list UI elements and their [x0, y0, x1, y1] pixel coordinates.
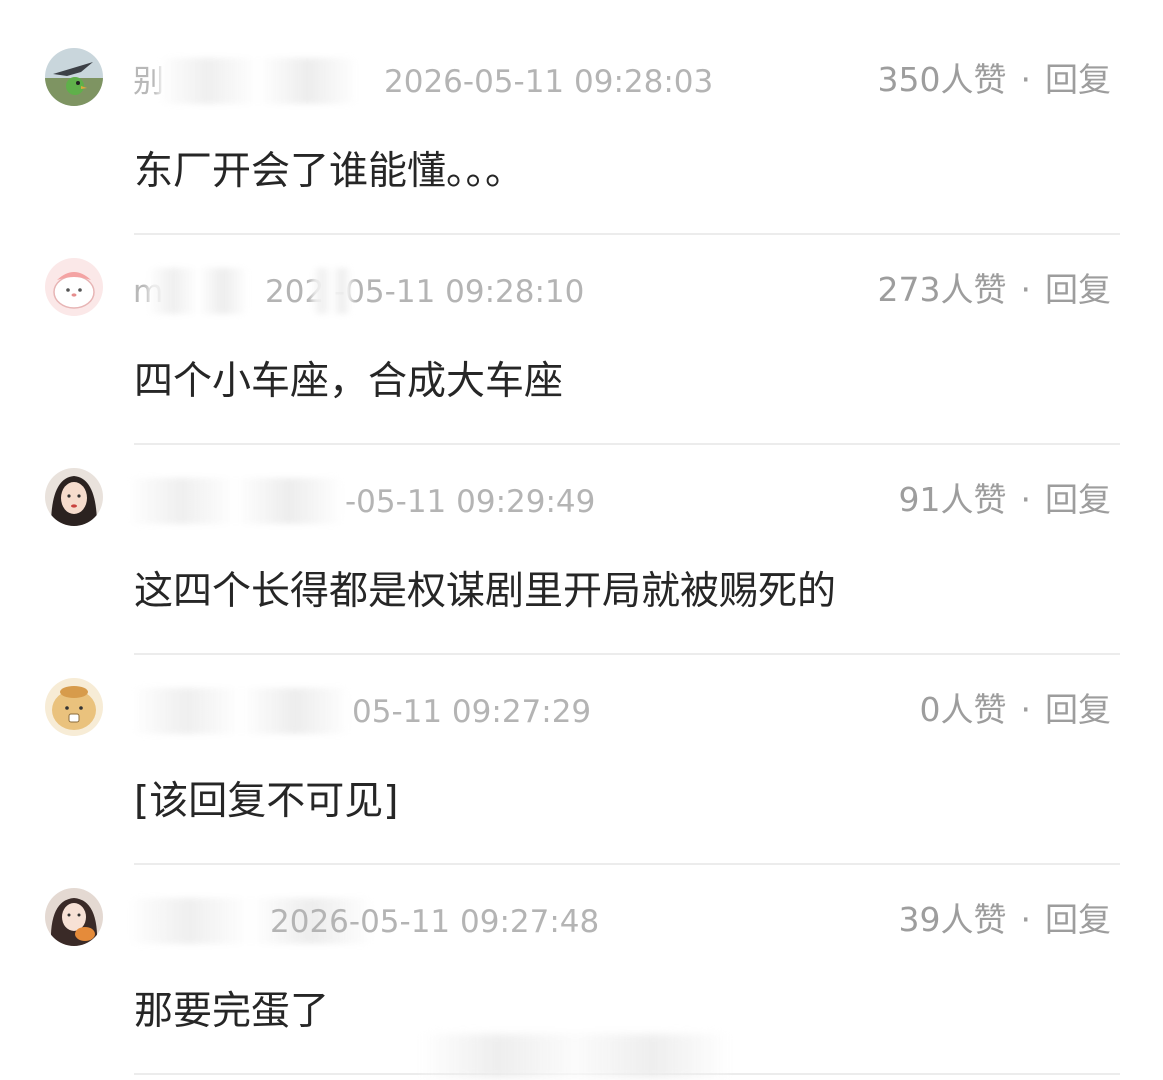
comment-actions: 91人赞 · 回复	[899, 480, 1112, 520]
separator: ·	[1020, 480, 1032, 519]
like-button[interactable]: 0人赞	[920, 690, 1007, 729]
username-mosaic	[132, 688, 350, 734]
separator: ·	[1020, 270, 1032, 309]
comment-timestamp: 2026-05-11 09:27:48	[270, 904, 600, 940]
watermark-mosaic	[420, 1034, 730, 1078]
like-button[interactable]: 39人赞	[899, 900, 1007, 939]
separator: ·	[1020, 690, 1032, 729]
cartoon-pink-avatar-icon[interactable]	[45, 258, 103, 316]
comment-actions: 273人赞 · 回复	[878, 270, 1112, 310]
comment-item: 05-11 09:27:29 0人赞 · 回复 [该回复不可见]	[0, 630, 1163, 865]
comment-text: [该回复不可见]	[134, 779, 399, 824]
reply-button[interactable]: 回复	[1045, 270, 1111, 309]
username-mosaic	[128, 478, 343, 524]
reply-button[interactable]: 回复	[1045, 60, 1111, 99]
like-button[interactable]: 91人赞	[899, 480, 1007, 519]
timestamp-mosaic	[312, 268, 352, 314]
girl-photo-avatar-icon[interactable]	[45, 468, 103, 526]
like-button[interactable]: 273人赞	[878, 270, 1007, 309]
comment-item: 别 2026-05-11 09:28:03 350人赞 · 回复 东厂开会了谁能懂。…	[0, 0, 1163, 235]
girl-photo-avatar-icon[interactable]	[45, 888, 103, 946]
bird-avatar-icon[interactable]	[45, 48, 103, 106]
like-button[interactable]: 350人赞	[878, 60, 1007, 99]
separator: ·	[1020, 900, 1032, 939]
comment-actions: 0人赞 · 回复	[920, 690, 1112, 730]
comment-item: -05-11 09:29:49 91人赞 · 回复 这四个长得都是权谋剧里开局就被赐…	[0, 420, 1163, 655]
reply-button[interactable]: 回复	[1045, 900, 1111, 939]
reply-button[interactable]: 回复	[1045, 480, 1111, 519]
comment-timestamp: -05-11 09:29:49	[345, 484, 596, 520]
comment-text: 东厂开会了谁能懂。。。	[134, 149, 525, 194]
comment-text: 那要完蛋了	[134, 989, 330, 1034]
comment-text: 这四个长得都是权谋剧里开局就被赐死的	[134, 569, 837, 614]
separator: ·	[1020, 60, 1032, 99]
cartoon-bear-avatar-icon[interactable]	[45, 678, 103, 736]
comment-timestamp: 2026-05-11 09:28:03	[384, 64, 714, 100]
comment-item: m 202 -05-11 09:28:10 273人赞·回复 四个小车座，合成大…	[0, 210, 1163, 445]
username-mosaic	[148, 268, 248, 314]
comment-timestamp: 05-11 09:27:29	[352, 694, 592, 730]
comment-text: 四个小车座，合成大车座	[134, 359, 564, 404]
comment-actions: 39人赞 · 回复	[899, 900, 1112, 940]
reply-button[interactable]: 回复	[1045, 690, 1111, 729]
comment-item: 2026-05-11 09:27:48 39人赞 · 回复 那要完蛋了	[0, 840, 1163, 1075]
username-mosaic	[158, 58, 358, 104]
comment-actions: 350人赞 · 回复	[878, 60, 1112, 100]
